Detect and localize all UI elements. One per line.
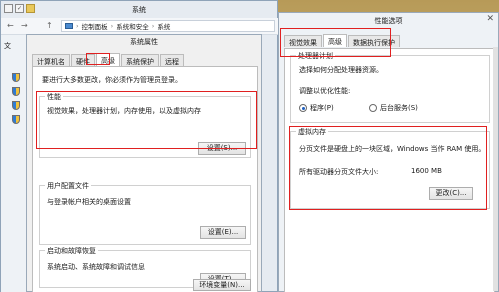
virtual-memory-label: 虚拟内存 xyxy=(296,127,328,137)
paging-file-total-label: 所有驱动器分页文件大小: xyxy=(299,168,379,176)
breadcrumb-item[interactable]: 控制面板 xyxy=(82,21,108,31)
close-icon[interactable]: ✕ xyxy=(486,14,494,24)
performance-options-title: 性能选项 xyxy=(374,17,403,25)
back-arrow-icon[interactable]: ← xyxy=(7,21,14,31)
programs-radio-label: 程序(P) xyxy=(310,104,334,112)
shield-icon[interactable] xyxy=(12,73,20,82)
sidebar-text: 文 xyxy=(4,42,11,50)
processor-scheduling-label: 处理器计划 xyxy=(296,51,335,61)
paging-file-total-value: 1600 MB xyxy=(411,167,442,175)
tab-hardware[interactable]: 硬件 xyxy=(71,54,95,66)
scrollbar[interactable] xyxy=(493,47,498,291)
radio-selected-icon[interactable] xyxy=(299,104,307,112)
background-services-radio[interactable]: 后台服务(S) xyxy=(369,103,418,113)
forward-arrow-icon[interactable]: → xyxy=(21,21,28,31)
control-panel-icon xyxy=(65,23,73,29)
tab-remote[interactable]: 远程 xyxy=(160,54,184,66)
performance-group: 性能 视觉效果，处理器计划，内存使用，以及虚拟内存 设置(S)... xyxy=(39,92,251,158)
breadcrumb-separator-icon: › xyxy=(110,22,114,30)
user-profiles-description: 与登录帐户相关的桌面设置 xyxy=(47,198,131,206)
change-virtual-memory-button[interactable]: 更改(C)... xyxy=(429,187,473,200)
radio-unselected-icon[interactable] xyxy=(369,104,377,112)
environment-variables-button[interactable]: 环境变量(N)... xyxy=(193,279,251,291)
user-profiles-label: 用户配置文件 xyxy=(45,181,91,191)
optimize-for-label: 调整以优化性能: xyxy=(299,87,351,95)
system-properties-tabs: 计算机名 硬件 高级 系统保护 远程 xyxy=(32,53,184,66)
breadcrumb-item[interactable]: 系统 xyxy=(157,21,170,31)
shield-icon[interactable] xyxy=(12,115,20,124)
tab-data-execution-prevention[interactable]: 数据执行保护 xyxy=(348,35,400,47)
tab-computer-name[interactable]: 计算机名 xyxy=(32,54,70,66)
programs-radio[interactable]: 程序(P) xyxy=(299,103,334,113)
shield-icon[interactable] xyxy=(12,101,20,110)
breadcrumb[interactable]: › 控制面板 › 系统和安全 › 系统 xyxy=(61,20,275,32)
shield-icon[interactable] xyxy=(12,87,20,96)
tab-visual-effects[interactable]: 视觉效果 xyxy=(284,35,322,47)
performance-label: 性能 xyxy=(45,92,63,102)
perf-advanced-panel: 处理器计划 选择如何分配处理器资源。 调整以优化性能: 程序(P) 后台服务(S… xyxy=(284,48,495,292)
user-profiles-group: 用户配置文件 与登录帐户相关的桌面设置 设置(E)... xyxy=(39,181,251,245)
performance-description: 视觉效果，处理器计划，内存使用，以及虚拟内存 xyxy=(47,107,201,115)
performance-options-tabs: 视觉效果 高级 数据执行保护 xyxy=(284,34,400,47)
system-window-title: 系统 xyxy=(132,6,146,14)
virtual-memory-group: 虚拟内存 分页文件是硬盘上的一块区域，Windows 当作 RAM 使用。 所有… xyxy=(290,127,490,209)
user-profiles-settings-button[interactable]: 设置(E)... xyxy=(200,226,246,239)
up-arrow-icon[interactable]: ↑ xyxy=(46,21,53,31)
processor-scheduling-description: 选择如何分配处理器资源。 xyxy=(299,66,383,74)
system-titlebar: ✓ 系统 xyxy=(1,1,277,18)
breadcrumb-item[interactable]: 系统和安全 xyxy=(116,21,149,31)
performance-settings-button[interactable]: 设置(S)... xyxy=(198,142,246,155)
virtual-memory-description: 分页文件是硬盘上的一块区域，Windows 当作 RAM 使用。 xyxy=(299,145,486,153)
performance-options-dialog: 性能选项 ✕ 视觉效果 高级 数据执行保护 处理器计划 选择如何分配处理器资源。… xyxy=(278,12,499,292)
system-properties-title: 系统属性 xyxy=(130,38,158,46)
address-bar-row: ← → ↑ › 控制面板 › 系统和安全 › 系统 xyxy=(1,18,279,35)
advanced-tab-panel: 要进行大多数更改，你必须作为管理员登录。 性能 视觉效果，处理器计划，内存使用，… xyxy=(32,66,258,292)
startup-recovery-description: 系统启动、系统故障和调试信息 xyxy=(47,263,145,271)
breadcrumb-separator-icon: › xyxy=(76,22,79,30)
admin-notice: 要进行大多数更改，你必须作为管理员登录。 xyxy=(42,76,182,84)
breadcrumb-separator-icon: › xyxy=(151,22,155,30)
control-panel-sidebar: 文 xyxy=(1,35,27,292)
tab-advanced[interactable]: 高级 xyxy=(96,53,120,66)
system-properties-dialog: 系统属性 计算机名 硬件 高级 系统保护 远程 要进行大多数更改，你必须作为管理… xyxy=(26,34,262,292)
background-services-radio-label: 后台服务(S) xyxy=(380,104,418,112)
tab-advanced[interactable]: 高级 xyxy=(323,34,347,47)
processor-scheduling-group: 处理器计划 选择如何分配处理器资源。 调整以优化性能: 程序(P) 后台服务(S… xyxy=(290,51,490,123)
startup-recovery-label: 启动和故障恢复 xyxy=(45,246,98,256)
tab-system-protection[interactable]: 系统保护 xyxy=(121,54,159,66)
